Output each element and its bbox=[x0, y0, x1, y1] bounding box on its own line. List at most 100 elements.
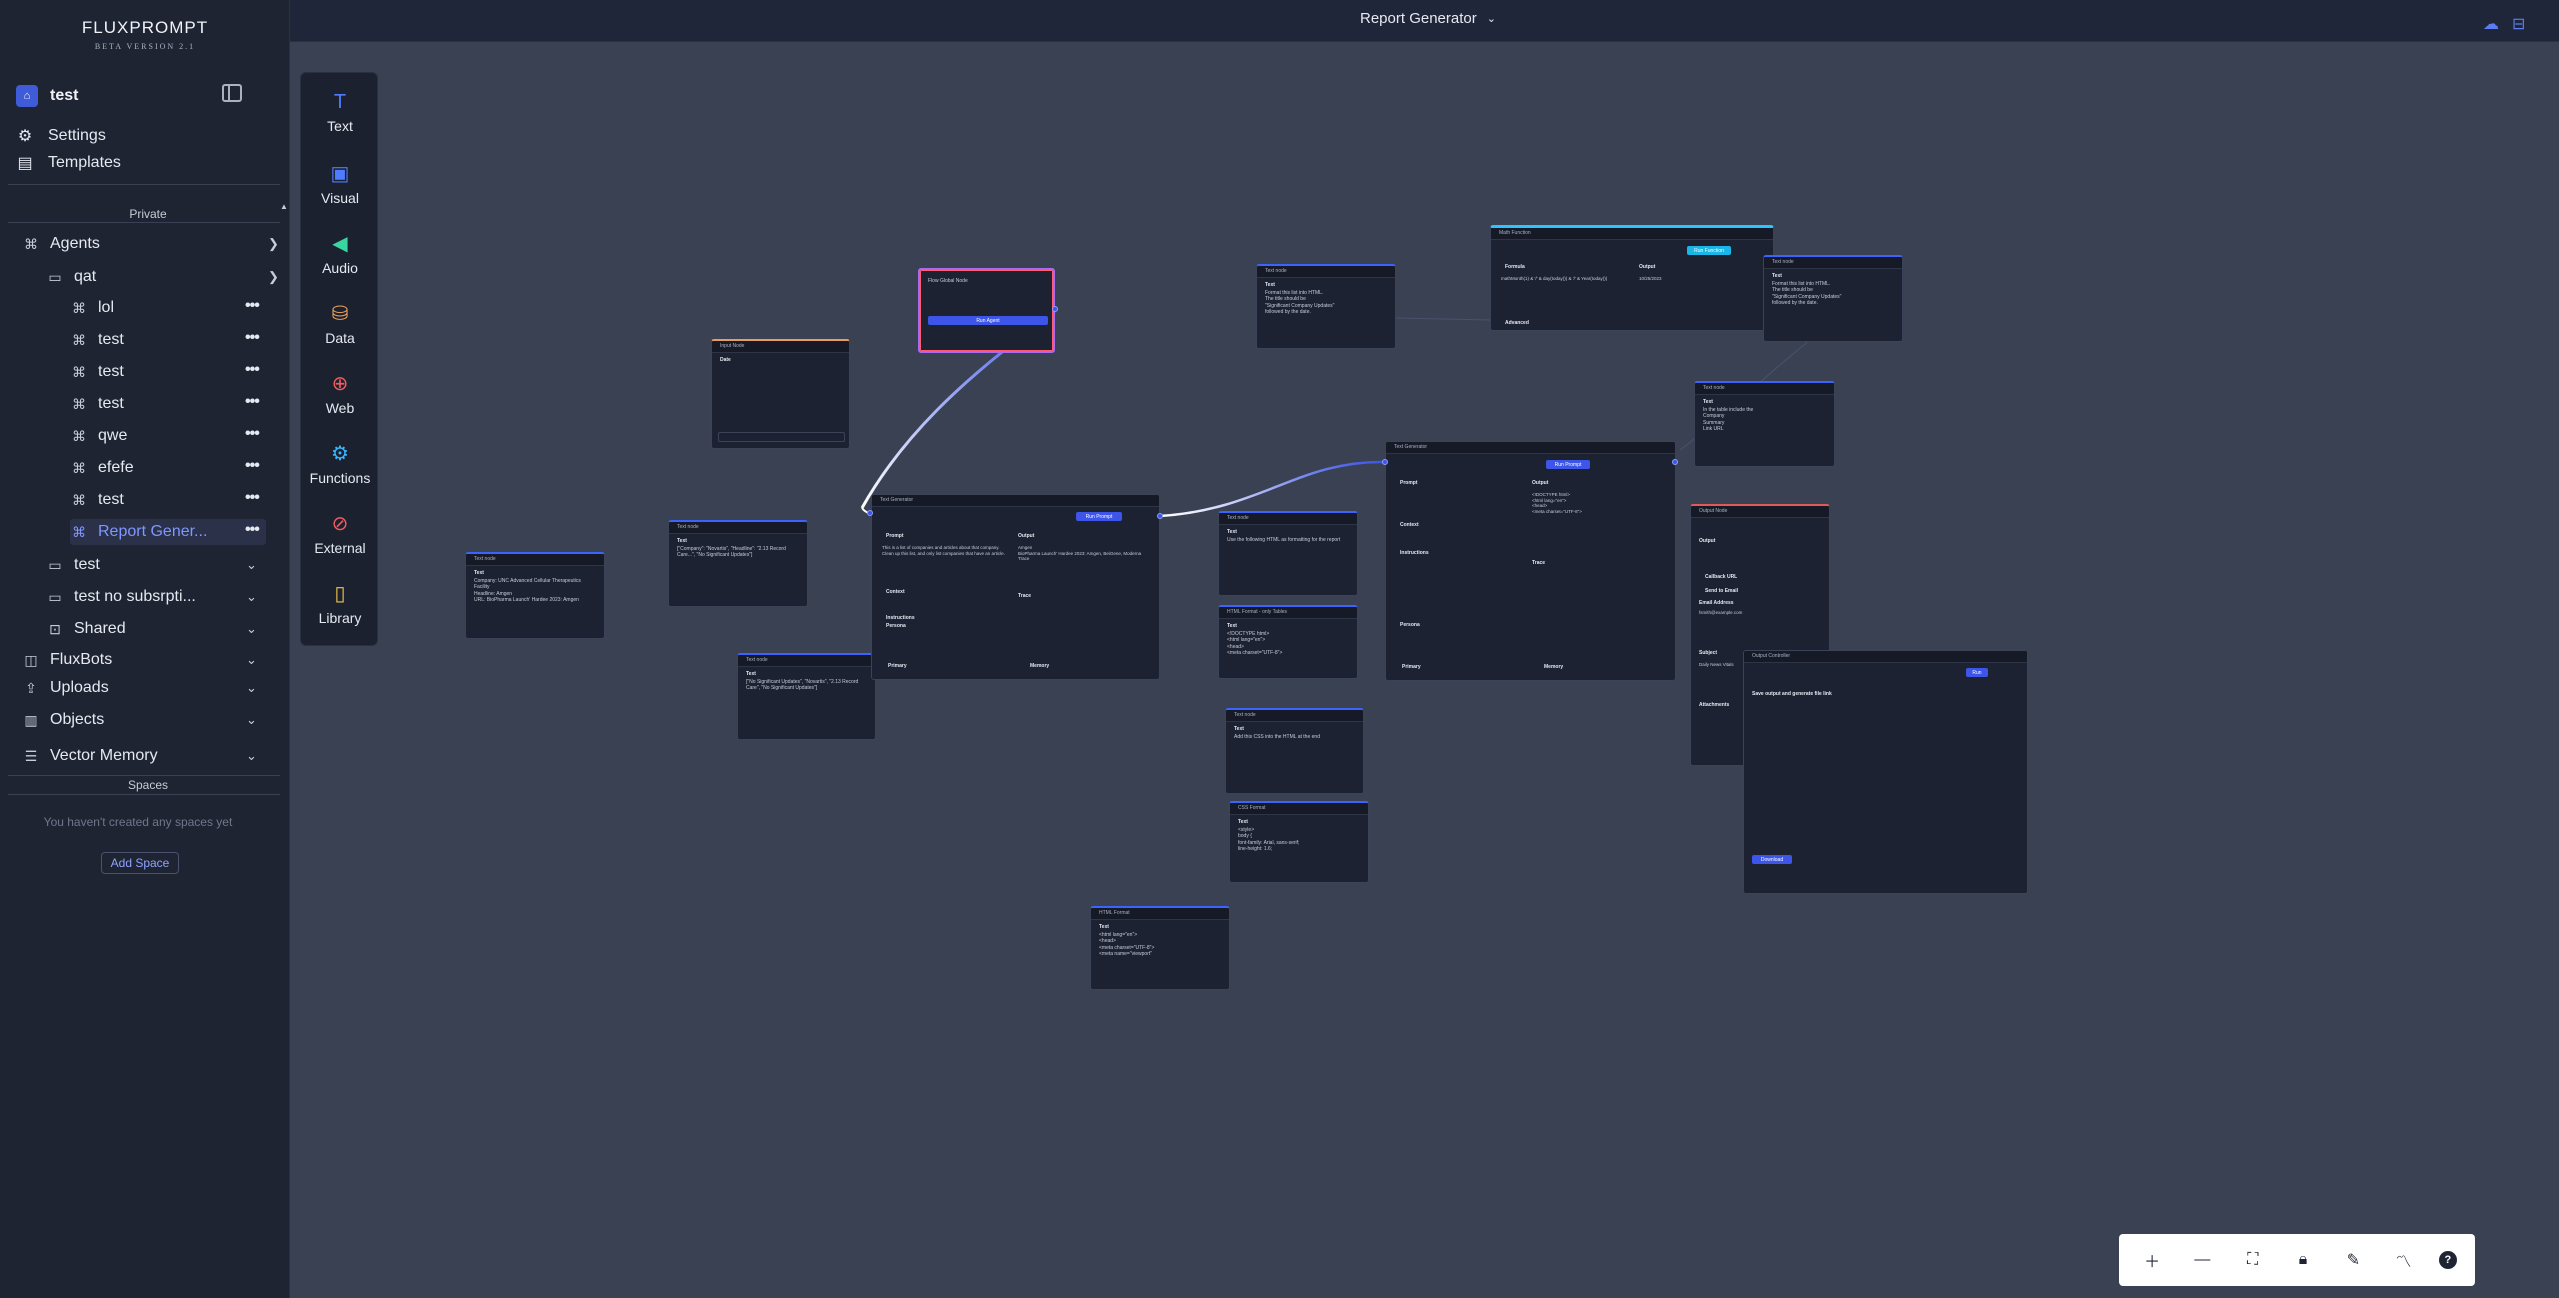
email-address-field[interactable]: fsmith@example.com bbox=[1699, 610, 1742, 616]
persona-label[interactable]: Persona bbox=[886, 623, 906, 629]
sidebar-agent-item[interactable]: ⌘ test ••• bbox=[70, 359, 266, 385]
sidebar-item-vector-memory[interactable]: ☰ Vector Memory ⌄ bbox=[22, 743, 270, 769]
text-node-updates[interactable]: Text node Text ["No Significant Updates"… bbox=[737, 653, 876, 740]
palette-audio[interactable]: ◀ Audio bbox=[301, 231, 379, 276]
cloud-sync-icon[interactable]: ☁ bbox=[2483, 14, 2501, 33]
palette-web[interactable]: ⊕ Web bbox=[301, 371, 379, 416]
text-node-format-list[interactable]: Text node Text Format this list into HTM… bbox=[1256, 264, 1396, 349]
text-node-novartis[interactable]: Text node Text ["Company": "Novartis", "… bbox=[668, 520, 808, 607]
text-body[interactable]: Format this list into HTML. The title sh… bbox=[1764, 279, 1902, 308]
sidebar-agent-item[interactable]: ⌘ Report Gener... ••• bbox=[70, 519, 266, 545]
text-generator-node-2[interactable]: Text Generator Run Prompt Prompt Output … bbox=[1385, 441, 1676, 681]
sidebar-folder-test[interactable]: ▭ test ⌄ bbox=[46, 552, 270, 578]
flow-global-node[interactable]: Flow Global Node Run Agent bbox=[918, 268, 1055, 353]
text-body[interactable]: <html lang="en"> <head> <meta charset="U… bbox=[1091, 930, 1229, 959]
sidebar-folder-test-no-subscription[interactable]: ▭ test no subsrpti... ⌄ bbox=[46, 584, 270, 610]
text-node-format-list-2[interactable]: Text node Text Format this list into HTM… bbox=[1763, 255, 1903, 342]
palette-functions[interactable]: ⚙ Functions bbox=[301, 441, 379, 486]
text-node-css-instruction[interactable]: Text node Text Add this CSS into the HTM… bbox=[1225, 708, 1364, 794]
memory-label[interactable]: Memory bbox=[1544, 664, 1563, 670]
run-button[interactable]: Run bbox=[1966, 668, 1988, 677]
text-node-table[interactable]: Text node Text In the table include the … bbox=[1694, 381, 1835, 467]
text-gen-1-output-handle[interactable] bbox=[1157, 513, 1163, 519]
run-agent-button[interactable]: Run Agent bbox=[928, 316, 1048, 325]
text-generator-node-1[interactable]: Text Generator Run Prompt Prompt This is… bbox=[871, 494, 1160, 680]
send-to-email-label[interactable]: Send to Email bbox=[1705, 588, 1738, 594]
sidebar-agent-item[interactable]: ⌘ efefe ••• bbox=[70, 455, 266, 481]
inbox-icon[interactable]: ⊟ bbox=[2512, 14, 2530, 33]
sidebar-folder-shared[interactable]: ⊡ Shared ⌄ bbox=[46, 616, 270, 642]
text-node-html-instruction[interactable]: Text node Text Use the following HTML as… bbox=[1218, 511, 1358, 596]
text-gen-1-input-handle[interactable] bbox=[867, 510, 873, 516]
palette-data[interactable]: ⛁ Data bbox=[301, 301, 379, 346]
lock-icon[interactable]: 🔒︎ bbox=[2288, 1245, 2318, 1275]
sidebar-item-fluxbots[interactable]: ◫ FluxBots ⌄ bbox=[22, 647, 270, 673]
palette-library[interactable]: ▯ Library bbox=[301, 581, 379, 626]
callback-url-label[interactable]: Callback URL bbox=[1705, 574, 1737, 580]
nav-templates[interactable]: ▤ Templates bbox=[16, 151, 256, 175]
instructions-label[interactable]: Instructions bbox=[886, 615, 915, 621]
primary-label[interactable]: Primary bbox=[1402, 664, 1421, 670]
sidebar-folder-qat[interactable]: ▭ qat ❯ bbox=[46, 264, 279, 290]
output-controller-node[interactable]: Output Controller Run Save output and ge… bbox=[1743, 650, 2028, 894]
more-options-icon[interactable]: ••• bbox=[245, 457, 260, 475]
text-body[interactable]: Company: UNC Advanced Cellular Therapeut… bbox=[466, 576, 604, 605]
more-options-icon[interactable]: ••• bbox=[245, 329, 260, 347]
input-date-field[interactable] bbox=[718, 432, 845, 442]
palette-visual[interactable]: ▣ Visual bbox=[301, 161, 379, 206]
text-body[interactable]: Use the following HTML as formatting for… bbox=[1219, 535, 1357, 545]
save-output-toggle-label[interactable]: Save output and generate file link bbox=[1752, 691, 1832, 697]
run-prompt-button[interactable]: Run Prompt bbox=[1546, 460, 1590, 469]
text-gen-2-output-handle[interactable] bbox=[1672, 459, 1678, 465]
palette-text[interactable]: T Text bbox=[301, 91, 379, 134]
sidebar-agent-item[interactable]: ⌘ test ••• bbox=[70, 487, 266, 513]
context-label[interactable]: Context bbox=[1400, 522, 1419, 528]
zoom-out-icon[interactable]: — bbox=[2187, 1245, 2217, 1275]
context-label[interactable]: Context bbox=[886, 589, 905, 595]
run-prompt-button[interactable]: Run Prompt bbox=[1076, 512, 1122, 521]
help-icon[interactable]: ? bbox=[2438, 1251, 2457, 1269]
more-options-icon[interactable]: ••• bbox=[245, 393, 260, 411]
palette-external[interactable]: ⊘ External bbox=[301, 511, 379, 556]
text-body[interactable]: ["Company": "Novartis", "Headline": "2.1… bbox=[669, 544, 807, 561]
flow-title-dropdown[interactable]: Report Generator ⌄ bbox=[1360, 10, 1496, 27]
trace-label[interactable]: Trace bbox=[1018, 593, 1031, 599]
prompt-text[interactable]: This is a list of companies and articles… bbox=[882, 545, 1006, 556]
pen-icon[interactable]: ✎ bbox=[2338, 1245, 2368, 1275]
more-options-icon[interactable]: ••• bbox=[245, 521, 260, 539]
formula-value[interactable]: mathMonth(1) & '/' & day(today()) & '/' … bbox=[1501, 276, 1625, 282]
text-body[interactable]: <style> body { font-family: Arial, sans-… bbox=[1230, 825, 1368, 854]
sidebar-agent-item[interactable]: ⌘ test ••• bbox=[70, 327, 266, 353]
fit-view-icon[interactable]: ⛶ bbox=[2238, 1245, 2268, 1275]
advanced-label[interactable]: Advanced bbox=[1505, 320, 1529, 326]
sidebar-agent-item[interactable]: ⌘ qwe ••• bbox=[70, 423, 266, 449]
math-function-node[interactable]: Math Function Run Function Formula mathM… bbox=[1490, 225, 1774, 331]
chart-line-icon[interactable]: 〽 bbox=[2389, 1245, 2419, 1275]
attachments-label[interactable]: Attachments bbox=[1699, 702, 1729, 708]
text-gen-2-input-handle[interactable] bbox=[1382, 459, 1388, 465]
download-button[interactable]: Download bbox=[1752, 855, 1792, 864]
input-node[interactable]: Input Node Date bbox=[711, 339, 850, 449]
more-options-icon[interactable]: ••• bbox=[245, 425, 260, 443]
add-space-button[interactable]: Add Space bbox=[101, 852, 179, 874]
workspace-selector[interactable]: ⌂ test bbox=[16, 84, 244, 108]
text-body[interactable]: ["No Significant Updates", "Novartis", "… bbox=[738, 677, 875, 694]
sidebar-item-agents[interactable]: ⌘ Agents ❯ bbox=[22, 231, 279, 257]
subject-field[interactable]: Daily News Vitals bbox=[1699, 662, 1734, 668]
html-format-tables-node[interactable]: HTML Format - only Tables Text <!DOCTYPE… bbox=[1218, 605, 1358, 679]
sidebar-agent-item[interactable]: ⌘ lol ••• bbox=[70, 295, 266, 321]
css-format-node[interactable]: CSS Format Text <style> body { font-fami… bbox=[1229, 801, 1369, 883]
collapse-up-icon[interactable]: ▲ bbox=[280, 202, 288, 211]
global-node-handle[interactable] bbox=[1052, 306, 1058, 312]
persona-label[interactable]: Persona bbox=[1400, 622, 1420, 628]
zoom-in-icon[interactable]: ＋ bbox=[2137, 1245, 2167, 1275]
html-format-node[interactable]: HTML Format Text <html lang="en"> <head>… bbox=[1090, 906, 1230, 990]
text-body[interactable]: Format this list into HTML. The title sh… bbox=[1257, 288, 1395, 317]
text-node-company[interactable]: Text node Text Company: UNC Advanced Cel… bbox=[465, 552, 605, 639]
text-body[interactable]: Add this CSS into the HTML at the end bbox=[1226, 732, 1363, 742]
more-options-icon[interactable]: ••• bbox=[245, 489, 260, 507]
memory-label[interactable]: Memory bbox=[1030, 663, 1049, 669]
more-options-icon[interactable]: ••• bbox=[245, 361, 260, 379]
text-body[interactable]: In the table include the Company Summary… bbox=[1695, 405, 1834, 434]
nav-settings[interactable]: ⚙ Settings bbox=[16, 124, 256, 148]
